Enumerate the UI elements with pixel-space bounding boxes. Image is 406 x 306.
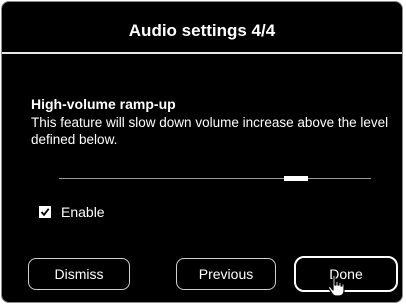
volume-level-slider[interactable] (59, 174, 371, 184)
audio-settings-dialog: Audio settings 4/4 High-volume ramp-up T… (1, 1, 403, 303)
dismiss-button[interactable]: Dismiss (28, 258, 130, 290)
hand-pointer-icon (327, 274, 345, 297)
screen: Audio settings 4/4 High-volume ramp-up T… (0, 0, 406, 306)
slider-track (59, 178, 371, 179)
enable-checkbox[interactable] (39, 206, 51, 218)
previous-button[interactable]: Previous (176, 258, 276, 290)
title-divider (2, 52, 402, 54)
feature-description: This feature will slow down volume incre… (31, 115, 389, 147)
dialog-title: Audio settings 4/4 (128, 21, 276, 40)
feature-heading: High-volume ramp-up (31, 96, 176, 112)
enable-toggle[interactable]: Enable (39, 204, 105, 220)
slider-thumb[interactable] (284, 176, 308, 181)
checkmark-icon (40, 208, 50, 217)
enable-label: Enable (61, 204, 105, 220)
